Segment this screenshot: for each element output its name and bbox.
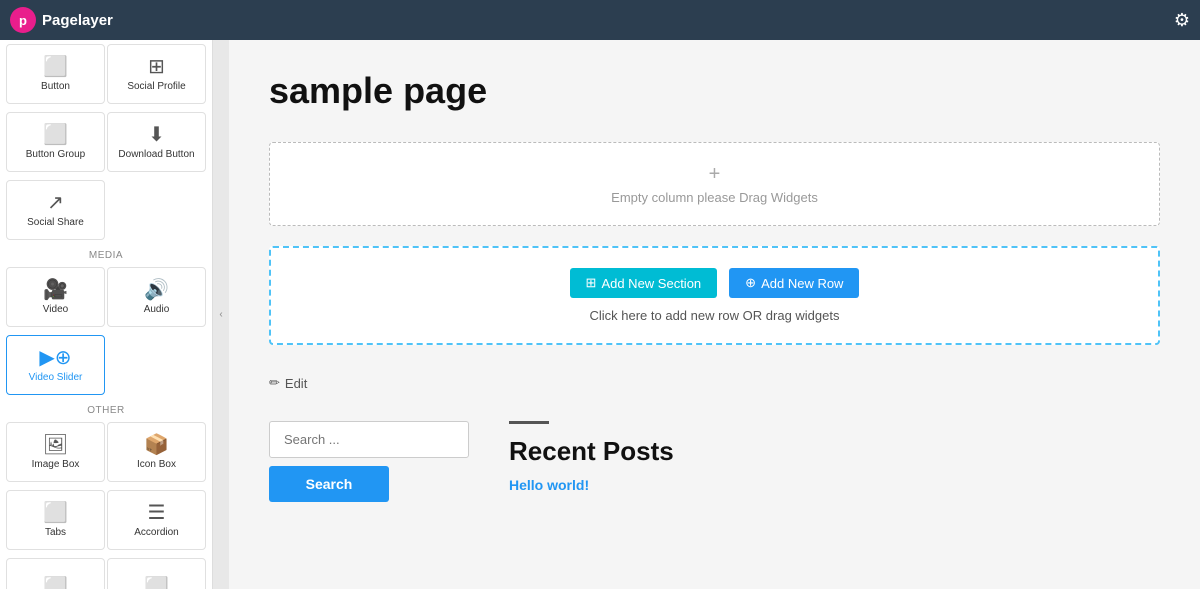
search-button[interactable]: Search xyxy=(269,466,389,502)
logo: p Pagelayer xyxy=(10,7,113,33)
sidebar-item-tabs[interactable]: ⬜ Tabs xyxy=(6,490,105,550)
sidebar-grid-other: 🖼 Image Box 📦 Icon Box xyxy=(0,418,212,486)
sidebar: ⬜ Button ⊞ Social Profile ⬜ Button Group… xyxy=(0,40,213,589)
gear-icon[interactable]: ⚙ xyxy=(1174,10,1190,31)
sidebar-item-audio[interactable]: 🔊 Audio xyxy=(107,267,206,327)
button-group-icon: ⬜ xyxy=(43,125,68,145)
image-box-icon: 🖼 xyxy=(43,435,68,455)
social-share-icon: ↗ xyxy=(47,193,64,213)
sidebar-grid-video-slider: ▶⊕ Video Slider xyxy=(0,331,212,399)
add-new-row-button[interactable]: ⊕ Add New Row xyxy=(729,268,859,298)
add-section-buttons: ⊞ Add New Section ⊕ Add New Row xyxy=(291,268,1138,298)
search-widget: Search xyxy=(269,421,469,502)
add-section-label: Add New Section xyxy=(601,276,701,291)
sidebar-item-accordion[interactable]: ☰ Accordion xyxy=(107,490,206,550)
sidebar-item-label: Social Share xyxy=(27,217,84,228)
sidebar-grid-tabs: ⬜ Tabs ☰ Accordion xyxy=(0,486,212,554)
tabs-icon: ⬜ xyxy=(43,503,68,523)
sidebar-item-label: Icon Box xyxy=(137,459,176,470)
sidebar-item-button[interactable]: ⬜ Button xyxy=(6,44,105,104)
sidebar-item-label: Video xyxy=(43,304,68,315)
sidebar-item-label: Tabs xyxy=(45,527,66,538)
logo-text: Pagelayer xyxy=(42,12,113,29)
logo-icon: p xyxy=(10,7,36,33)
sidebar-item-label: Button Group xyxy=(26,149,85,160)
sidebar-grid-social-share: ↗ Social Share xyxy=(0,176,212,244)
sidebar-item-label: Social Profile xyxy=(127,81,185,92)
sidebar-item-social-share[interactable]: ↗ Social Share xyxy=(6,180,105,240)
recent-posts-title: Recent Posts xyxy=(509,436,674,467)
top-bar: p Pagelayer ⚙ xyxy=(0,0,1200,40)
recent-posts-widget: Recent Posts Hello world! xyxy=(509,421,674,493)
sidebar-item-label: Audio xyxy=(144,304,170,315)
main-layout: ⬜ Button ⊞ Social Profile ⬜ Button Group… xyxy=(0,40,1200,589)
sidebar-item-video[interactable]: 🎥 Video xyxy=(6,267,105,327)
extra1-icon: ⬜ xyxy=(43,578,68,589)
icon-box-icon: 📦 xyxy=(144,435,169,455)
page-title: sample page xyxy=(269,70,1160,112)
add-row-icon: ⊕ xyxy=(745,275,756,291)
bottom-widgets: Search Recent Posts Hello world! xyxy=(269,421,1160,502)
button-icon: ⬜ xyxy=(43,57,68,77)
collapse-handle[interactable]: ‹ xyxy=(213,40,229,589)
video-slider-icon: ▶⊕ xyxy=(39,348,71,368)
sidebar-grid-button-group: ⬜ Button Group ⬇ Download Button xyxy=(0,108,212,176)
add-row-label: Add New Row xyxy=(761,276,843,291)
sidebar-item-image-box[interactable]: 🖼 Image Box xyxy=(6,422,105,482)
sidebar-item-extra1[interactable]: ⬜ xyxy=(6,558,105,589)
sidebar-grid-buttons: ⬜ Button ⊞ Social Profile xyxy=(0,40,212,108)
sidebar-grid-extra: ⬜ ⬜ xyxy=(0,554,212,589)
media-section-label: MEDIA xyxy=(0,244,212,263)
canvas: sample page + Empty column please Drag W… xyxy=(229,40,1200,589)
sidebar-grid-media: 🎥 Video 🔊 Audio xyxy=(0,263,212,331)
sidebar-item-label: Video Slider xyxy=(29,372,83,383)
sidebar-item-extra2[interactable]: ⬜ xyxy=(107,558,206,589)
audio-icon: 🔊 xyxy=(144,280,169,300)
recent-posts-link[interactable]: Hello world! xyxy=(509,477,674,493)
plus-icon: + xyxy=(290,163,1139,186)
sidebar-item-button-group[interactable]: ⬜ Button Group xyxy=(6,112,105,172)
empty-column[interactable]: + Empty column please Drag Widgets xyxy=(269,142,1160,226)
extra2-icon: ⬜ xyxy=(144,578,169,589)
sidebar-item-download-button[interactable]: ⬇ Download Button xyxy=(107,112,206,172)
edit-text: Edit xyxy=(285,376,307,391)
add-new-section-button[interactable]: ⊞ Add New Section xyxy=(570,268,718,298)
logo-letter: p xyxy=(19,13,27,28)
add-section-hint: Click here to add new row OR drag widget… xyxy=(291,308,1138,323)
video-icon: 🎥 xyxy=(43,280,68,300)
add-section-area: ⊞ Add New Section ⊕ Add New Row Click he… xyxy=(269,246,1160,345)
sidebar-item-icon-box[interactable]: 📦 Icon Box xyxy=(107,422,206,482)
empty-column-text: Empty column please Drag Widgets xyxy=(611,190,818,205)
sidebar-item-video-slider[interactable]: ▶⊕ Video Slider xyxy=(6,335,105,395)
sidebar-item-social-profile[interactable]: ⊞ Social Profile xyxy=(107,44,206,104)
social-profile-icon: ⊞ xyxy=(148,57,165,77)
sidebar-item-label: Image Box xyxy=(32,459,80,470)
other-section-label: OTHER xyxy=(0,399,212,418)
sidebar-item-label: Button xyxy=(41,81,70,92)
rp-divider xyxy=(509,421,549,424)
sidebar-item-label: Download Button xyxy=(118,149,194,160)
sidebar-item-label: Accordion xyxy=(134,527,178,538)
accordion-icon: ☰ xyxy=(148,503,166,523)
add-section-icon: ⊞ xyxy=(586,275,597,291)
pencil-icon: ✏ xyxy=(269,375,280,391)
download-button-icon: ⬇ xyxy=(148,125,165,145)
search-input[interactable] xyxy=(269,421,469,458)
edit-label[interactable]: ✏ Edit xyxy=(269,375,1160,391)
